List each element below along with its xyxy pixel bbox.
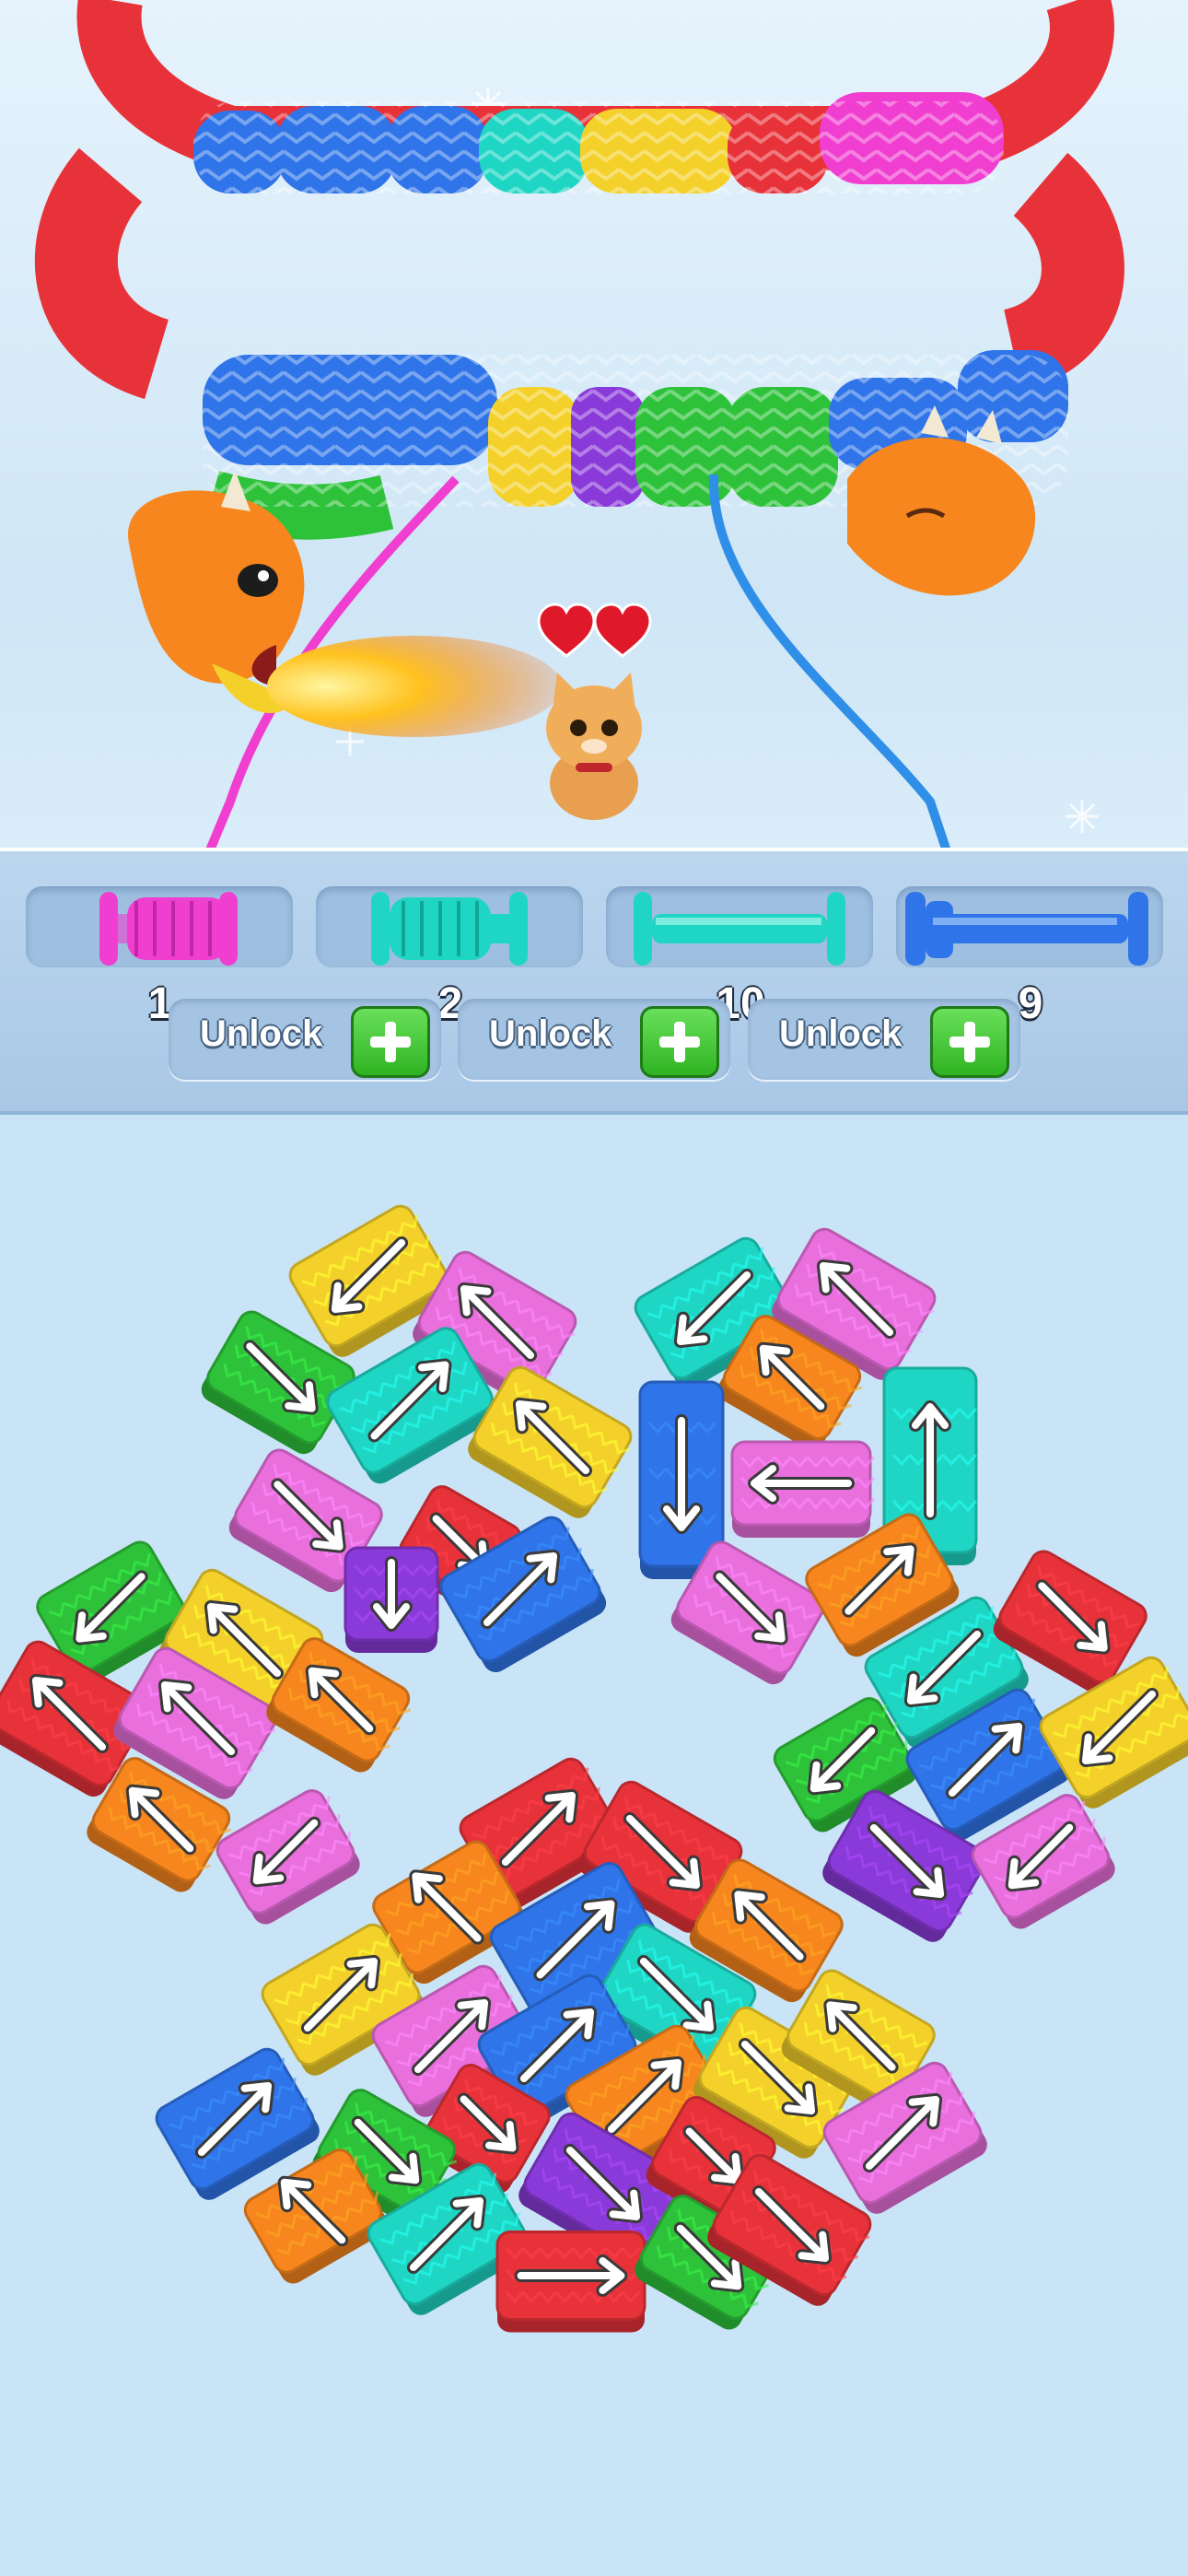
spool-slot-1[interactable]: 1 bbox=[26, 886, 293, 1028]
block-field bbox=[0, 1204, 1188, 2333]
plus-icon bbox=[351, 1006, 430, 1078]
spool-slot-2[interactable]: 2 bbox=[316, 886, 583, 1028]
scene-illustration bbox=[34, 0, 1124, 848]
puzzle-board bbox=[0, 1115, 1188, 2576]
knit-block-purple[interactable] bbox=[344, 1546, 439, 1653]
heart-icon bbox=[537, 603, 652, 658]
spool-icon bbox=[99, 892, 238, 966]
cat-icon bbox=[546, 673, 642, 820]
game-scene bbox=[0, 0, 1188, 848]
plus-icon bbox=[930, 1006, 1009, 1078]
dragon-body-left bbox=[34, 147, 170, 400]
spool-tray: 1 2 10 9 Unlock Unlock Unlock bbox=[0, 848, 1188, 1115]
unlock-label: Unlock bbox=[489, 1013, 612, 1054]
spool-slot-3[interactable]: 10 bbox=[606, 886, 873, 1028]
plus-icon bbox=[640, 1006, 719, 1078]
fire-breath bbox=[267, 636, 562, 737]
unlock-button-2[interactable]: Unlock bbox=[458, 999, 730, 1080]
knit-block-pink[interactable] bbox=[730, 1440, 876, 1538]
spool-slot-4[interactable]: 9 bbox=[896, 886, 1163, 1028]
knit-block-red[interactable] bbox=[495, 2231, 646, 2333]
unlock-button-1[interactable]: Unlock bbox=[169, 999, 441, 1080]
unlock-label: Unlock bbox=[779, 1013, 903, 1054]
spool-icon bbox=[905, 892, 1148, 966]
knit-block-pink[interactable] bbox=[213, 1784, 369, 1929]
knit-block-yellow[interactable] bbox=[463, 1363, 638, 1525]
dragon-body-upper bbox=[76, 0, 1114, 193]
spool-icon bbox=[371, 892, 528, 966]
unlock-button-3[interactable]: Unlock bbox=[748, 999, 1020, 1080]
spool-icon bbox=[634, 892, 845, 966]
dragon-body-right bbox=[1001, 152, 1124, 391]
unlock-label: Unlock bbox=[200, 1013, 323, 1054]
